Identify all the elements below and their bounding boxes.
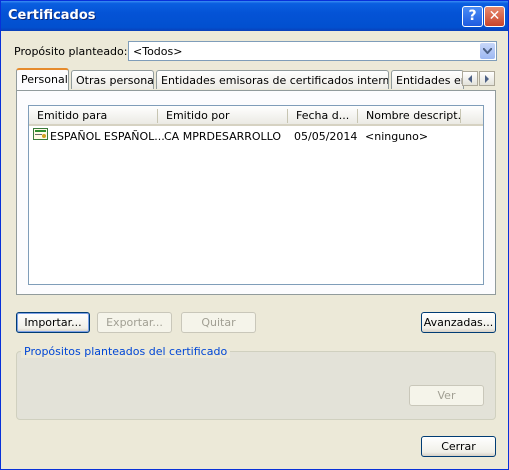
help-button[interactable]: ? [462, 6, 483, 27]
purposes-group-title: Propósitos planteados del certificado [21, 345, 231, 358]
help-icon: ? [468, 8, 477, 24]
chevron-left-icon [468, 75, 472, 83]
column-date[interactable]: Fecha d... [288, 106, 358, 126]
window-title: Certificados [8, 8, 96, 23]
cell-issued-to: ESPAÑOL ESPAÑOL... [50, 130, 165, 143]
certificate-list[interactable]: Emitido para Emitido por Fecha d... Nomb… [28, 105, 484, 285]
advanced-button[interactable]: Avanzadas... [421, 312, 496, 333]
chevron-down-icon[interactable] [480, 43, 495, 59]
close-button[interactable]: Cerrar [421, 436, 496, 457]
tab-intermediate-cas[interactable]: Entidades emisoras de certificados inter… [156, 70, 389, 89]
column-issued-to[interactable]: Emitido para [29, 106, 158, 126]
close-icon: ✕ [488, 8, 501, 24]
import-button[interactable]: Importar... [16, 312, 90, 333]
chevron-right-icon [485, 75, 489, 83]
tab-scroll-right-button[interactable] [479, 71, 495, 86]
cell-date: 05/05/2014 [294, 130, 358, 143]
column-friendly-name[interactable]: Nombre descript... [358, 106, 461, 126]
tab-other-people[interactable]: Otras personas [71, 70, 154, 89]
column-filler [461, 106, 483, 126]
title-bar[interactable]: Certificados ? ✕ [1, 1, 508, 31]
cell-issued-by: CA MPRDESARROLLO [164, 130, 282, 143]
purpose-select[interactable]: <Todos> [128, 41, 497, 61]
certificate-icon [33, 128, 48, 143]
certificates-dialog: Certificados ? ✕ Propósito planteado: <T… [0, 0, 509, 470]
tab-personal[interactable]: Personal [16, 68, 69, 90]
tab-root-cas[interactable]: Entidades emi [391, 70, 464, 89]
close-window-button[interactable]: ✕ [484, 6, 505, 27]
remove-button[interactable]: Quitar [181, 312, 256, 333]
export-button[interactable]: Exportar... [97, 312, 172, 333]
column-issued-by[interactable]: Emitido por [158, 106, 288, 126]
view-button[interactable]: Ver [409, 385, 484, 406]
cell-friendly-name: <ninguno> [365, 130, 429, 143]
tab-scroll [462, 71, 495, 87]
purpose-value: <Todos> [133, 45, 183, 58]
purpose-label: Propósito planteado: [14, 45, 128, 58]
tab-scroll-left-button[interactable] [462, 71, 478, 86]
